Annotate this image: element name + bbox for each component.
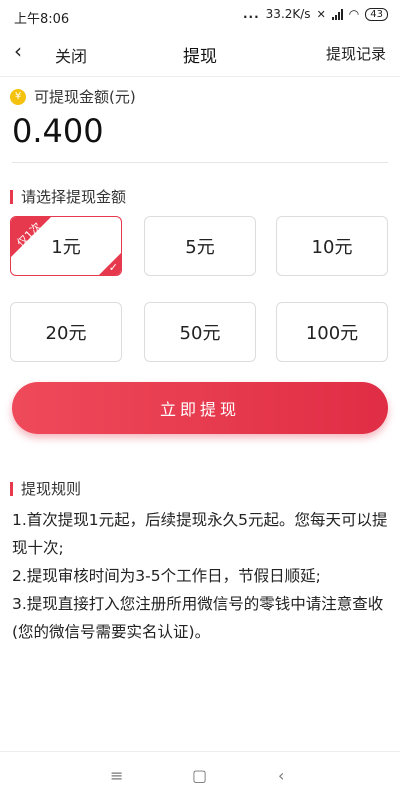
amount-option-1[interactable]: 仅1次 1元 ✓ [10,216,122,276]
amount-option-100[interactable]: 100元 [276,302,388,362]
amount-option-label: 1元 [51,237,81,258]
balance-label: 可提现金额(元) [34,88,136,106]
amount-option-50[interactable]: 50元 [144,302,256,362]
choose-amount-label: 请选择提现金额 [21,188,127,206]
amount-option-label: 100元 [305,323,359,344]
withdraw-record-link[interactable]: 提现记录 [326,43,386,64]
signal-icon [331,8,343,20]
amount-option-label: 10元 [311,237,353,258]
rule-item: 1.首次提现1元起，后续提现永久5元起。您每天可以提现十次; [12,511,388,557]
battery-icon: 43 [365,7,388,21]
amount-option-5[interactable]: 5元 [144,216,256,276]
divider [12,162,388,163]
home-icon[interactable]: ▢ [192,766,207,785]
amount-option-label: 50元 [179,323,221,344]
rules-heading: 提现规则 [10,478,81,499]
wifi-icon: ◠ [348,7,360,21]
status-right: ... 33.2K/s ✕ ◠ 43 [243,7,388,21]
network-speed: 33.2K/s [265,7,311,21]
rules-label: 提现规则 [21,480,82,498]
balance-label-row: ¥ 可提现金额(元) [10,86,136,107]
menu-icon[interactable]: ≡ [110,766,123,785]
mute-icon: ✕ [316,7,326,21]
rules-list: 1.首次提现1元起，后续提现永久5元起。您每天可以提现十次; 2.提现审核时间为… [12,506,388,646]
withdraw-button[interactable]: 立即提现 [12,382,388,434]
notification-dots: ... [242,7,260,21]
amount-option-label: 5元 [185,237,215,258]
back-icon[interactable]: ‹ [278,766,284,785]
section-marker [10,189,13,204]
section-marker [10,481,13,496]
choose-amount-heading: 请选择提现金额 [10,186,126,207]
amount-option-10[interactable]: 10元 [276,216,388,276]
amount-option-label: 20元 [45,323,87,344]
rule-item: 2.提现审核时间为3-5个工作日，节假日顺延; [12,567,321,585]
status-time: 上午8:06 [14,12,70,27]
status-bar: 上午8:06 ... 33.2K/s ✕ ◠ 43 [0,0,400,30]
check-icon: ✓ [108,261,118,274]
system-nav-bar: ≡ ▢ ‹ [0,751,400,800]
balance-amount: 0.400 [12,112,104,150]
nav-header: ‹ 关闭 提现 提现记录 [0,30,400,77]
coin-icon: ¥ [10,88,26,105]
rule-item: 3.提现直接打入您注册所用微信号的零钱中请注意查收(您的微信号需要实名认证)。 [12,595,384,641]
amount-option-20[interactable]: 20元 [10,302,122,362]
